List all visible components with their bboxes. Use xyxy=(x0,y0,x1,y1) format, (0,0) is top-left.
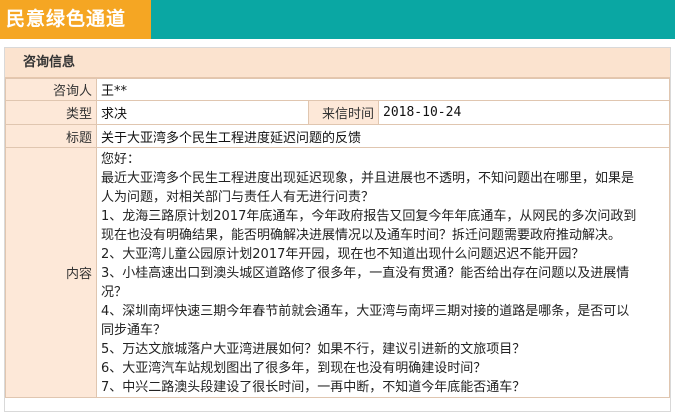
subject-label: 标题 xyxy=(5,124,97,148)
content-line: 3、小桂高速出口到澳头城区道路修了很多年，一直没有贯通？能否给出存在问题以及进展… xyxy=(101,266,630,281)
content-label: 内容 xyxy=(5,147,97,398)
content-line: 4、深圳南坪快速三期今年春节前就会通车，大亚湾与南坪三期对接的道路是哪条，是否可… xyxy=(101,304,630,319)
page-title: 民意绿色通道 xyxy=(0,0,151,39)
content-line: 1、龙海三路原计划2017年底通车，今年政府报告又回复今年年底通车，从网民的多次… xyxy=(101,209,637,224)
type-label: 类型 xyxy=(5,100,97,125)
type-value: 求决 xyxy=(96,100,309,125)
row-inquirer: 咨询人 王** xyxy=(5,78,670,101)
content-value: 您好： 最近大亚湾多个民生工程进度出现延迟现象，并且进展也不透明，不知问题出在哪里… xyxy=(96,147,670,398)
inquirer-value: 王** xyxy=(96,78,670,101)
content-line: 况？ xyxy=(101,285,128,300)
content-line: 同步通车？ xyxy=(101,323,167,338)
content-line: 6、大亚湾汽车站规划图出了很多年，到现在也没有明确建设时间？ xyxy=(101,361,487,376)
content-line: 您好： xyxy=(101,152,141,167)
section-title: 咨询信息 xyxy=(5,48,670,78)
content-line: 2、大亚湾儿童公园原计划2017年开园，现在也不知道出现什么问题迟迟不能开园？ xyxy=(101,247,585,262)
content-line: 最近大亚湾多个民生工程进度出现延迟现象，并且进展也不透明，不知问题出在哪里，如果… xyxy=(101,171,635,186)
row-subject: 标题 关于大亚湾多个民生工程进度延迟问题的反馈 xyxy=(5,124,670,148)
content-line: 人为问题，对相关部门与责任人有无进行问责？ xyxy=(101,190,375,205)
inquiry-panel: 咨询信息 咨询人 王** 类型 求决 来信时间 2018-10-24 标题 关于… xyxy=(4,47,671,412)
inquiry-table: 咨询人 王** 类型 求决 来信时间 2018-10-24 标题 关于大亚湾多个… xyxy=(5,78,670,398)
date-value: 2018-10-24 xyxy=(378,100,670,125)
subject-value: 关于大亚湾多个民生工程进度延迟问题的反馈 xyxy=(96,124,670,148)
content-line: 5、万达文旅城落户大亚湾进展如何？如果不行，建议引进新的文旅项目？ xyxy=(101,342,526,357)
content-line: 现在也没有明确结果，能否明确解决进展情况以及通车时间？拆迁问题需要政府推动解决。 xyxy=(101,228,622,243)
row-type-date: 类型 求决 来信时间 2018-10-24 xyxy=(5,100,670,125)
row-content: 内容 您好： 最近大亚湾多个民生工程进度出现延迟现象，并且进展也不透明，不知问题出… xyxy=(5,147,670,398)
content-text: 您好： 最近大亚湾多个民生工程进度出现延迟现象，并且进展也不透明，不知问题出在哪里… xyxy=(101,150,669,397)
inquirer-label: 咨询人 xyxy=(5,78,97,101)
content-line: 7、中兴二路澳头段建设了很长时间，一再中断，不知道今年底能否通车？ xyxy=(101,380,526,395)
date-label: 来信时间 xyxy=(308,100,379,125)
header-bar: 民意绿色通道 xyxy=(0,0,675,39)
